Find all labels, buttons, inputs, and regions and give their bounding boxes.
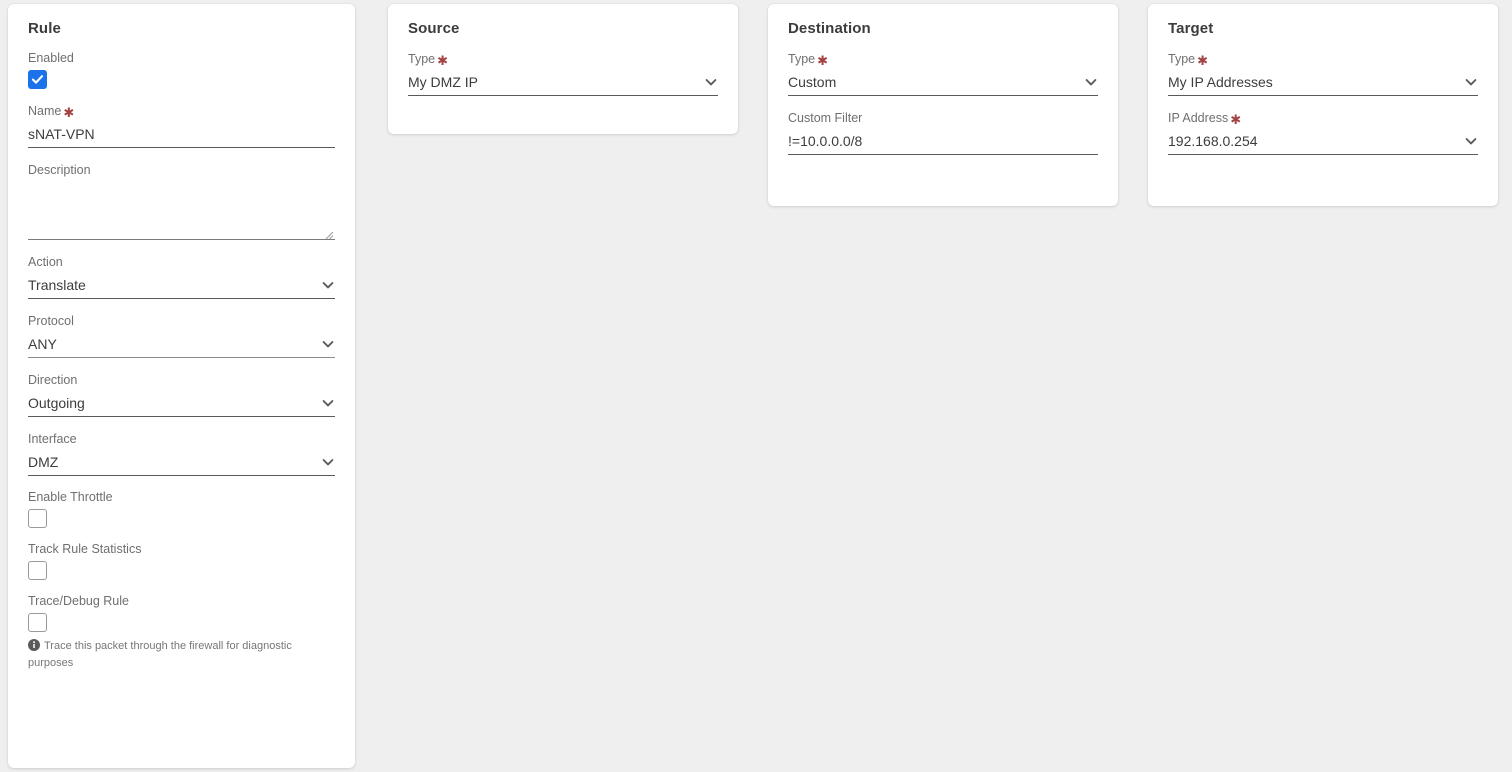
field-description: Description	[28, 163, 335, 240]
description-textarea[interactable]	[28, 182, 335, 240]
destination-card-title: Destination	[788, 20, 871, 37]
interface-label: Interface	[28, 432, 77, 446]
required-asterisk: ✱	[63, 105, 75, 120]
destination-card: Destination Type ✱ Custom Custom Filter !…	[768, 4, 1118, 206]
destination-type-select[interactable]: Custom	[788, 71, 1098, 96]
protocol-value: ANY	[28, 336, 57, 352]
target-type-value: My IP Addresses	[1168, 74, 1273, 90]
trace-debug-rule-checkbox[interactable]	[28, 613, 47, 632]
chevron-down-icon[interactable]	[321, 278, 335, 292]
destination-type-label-text: Type	[788, 52, 816, 66]
action-label: Action	[28, 255, 63, 269]
chevron-down-icon[interactable]	[704, 75, 718, 89]
field-target-ip-address: IP Address ✱ 192.168.0.254	[1168, 111, 1478, 155]
target-card-title: Target	[1168, 20, 1214, 37]
field-protocol: Protocol ANY	[28, 314, 335, 358]
chevron-down-icon[interactable]	[321, 396, 335, 410]
target-type-label: Type ✱	[1168, 52, 1478, 67]
enabled-checkbox[interactable]	[28, 70, 47, 89]
source-card-title: Source	[408, 20, 460, 37]
info-icon	[28, 639, 40, 656]
required-asterisk: ✱	[817, 53, 829, 68]
field-source-type: Type ✱ My DMZ IP	[408, 52, 718, 96]
custom-filter-input[interactable]: !=10.0.0.0/8	[788, 130, 1098, 155]
name-input[interactable]: sNAT-VPN	[28, 123, 335, 148]
chevron-down-icon[interactable]	[1084, 75, 1098, 89]
name-value: sNAT-VPN	[28, 126, 95, 142]
chevron-down-icon[interactable]	[1464, 75, 1478, 89]
source-card: Source Type ✱ My DMZ IP	[388, 4, 738, 134]
chevron-down-icon[interactable]	[321, 337, 335, 351]
trace-debug-hint: Trace this packet through the firewall f…	[28, 639, 328, 671]
track-rule-statistics-checkbox[interactable]	[28, 561, 47, 580]
target-type-label-text: Type	[1168, 52, 1196, 66]
resize-grip-icon[interactable]	[324, 227, 334, 240]
field-interface: Interface DMZ	[28, 432, 335, 476]
field-direction: Direction Outgoing	[28, 373, 335, 417]
protocol-label: Protocol	[28, 314, 74, 328]
field-enable-throttle: Enable Throttle	[28, 490, 335, 528]
interface-select[interactable]: DMZ	[28, 451, 335, 476]
source-type-value: My DMZ IP	[408, 74, 478, 90]
source-card-body: Type ✱ My DMZ IP	[388, 52, 738, 96]
enabled-label: Enabled	[28, 51, 74, 65]
chevron-down-icon[interactable]	[1464, 134, 1478, 148]
field-enabled: Enabled	[28, 51, 335, 89]
protocol-select[interactable]: ANY	[28, 333, 335, 358]
destination-type-value: Custom	[788, 74, 837, 90]
destination-card-body: Type ✱ Custom Custom Filter !=10.0.0.0/8	[768, 52, 1118, 155]
custom-filter-value: !=10.0.0.0/8	[788, 133, 863, 149]
rule-card-body: Enabled Name ✱ sNAT-VPN Description Acti…	[8, 51, 355, 671]
target-ip-address-select[interactable]: 192.168.0.254	[1168, 130, 1478, 155]
target-ip-address-label: IP Address ✱	[1168, 111, 1478, 126]
target-type-select[interactable]: My IP Addresses	[1168, 71, 1478, 96]
target-ip-address-value: 192.168.0.254	[1168, 133, 1258, 149]
enable-throttle-checkbox[interactable]	[28, 509, 47, 528]
rule-card-title: Rule	[28, 20, 61, 37]
check-icon	[31, 75, 44, 84]
description-label: Description	[28, 163, 91, 177]
target-card-body: Type ✱ My IP Addresses IP Address ✱ 192.16…	[1148, 52, 1498, 155]
interface-value: DMZ	[28, 454, 59, 470]
direction-select[interactable]: Outgoing	[28, 392, 335, 417]
rule-card: Rule Enabled Name✱ sNAT-VPN Description	[8, 4, 355, 768]
custom-filter-label: Custom Filter	[788, 111, 863, 125]
field-action: Action Translate	[28, 255, 335, 299]
field-destination-type: Type ✱ Custom	[788, 52, 1098, 96]
track-rule-statistics-label: Track Rule Statistics	[28, 542, 142, 556]
name-label-text: Name	[28, 104, 62, 118]
chevron-down-icon[interactable]	[321, 455, 335, 469]
direction-value: Outgoing	[28, 395, 85, 411]
trace-debug-hint-text: Trace this packet through the firewall f…	[28, 640, 292, 669]
field-target-type: Type ✱ My IP Addresses	[1168, 52, 1478, 96]
trace-debug-rule-label: Trace/Debug Rule	[28, 594, 129, 608]
enable-throttle-label: Enable Throttle	[28, 490, 113, 504]
field-custom-filter: Custom Filter !=10.0.0.0/8	[788, 111, 1098, 155]
field-trace-debug-rule: Trace/Debug Rule Trace this packet throu…	[28, 594, 335, 671]
target-ip-address-label-text: IP Address	[1168, 111, 1229, 125]
field-track-rule-statistics: Track Rule Statistics	[28, 542, 335, 580]
required-asterisk: ✱	[1197, 53, 1209, 68]
action-select[interactable]: Translate	[28, 274, 335, 299]
required-asterisk: ✱	[437, 53, 449, 68]
source-type-select[interactable]: My DMZ IP	[408, 71, 718, 96]
required-asterisk: ✱	[1230, 112, 1242, 127]
action-value: Translate	[28, 277, 86, 293]
source-type-label: Type ✱	[408, 52, 718, 67]
target-card: Target Type ✱ My IP Addresses IP Address ✱…	[1148, 4, 1498, 206]
destination-type-label: Type ✱	[788, 52, 1098, 67]
field-name: Name ✱ sNAT-VPN	[28, 104, 335, 148]
name-label: Name ✱	[28, 104, 335, 119]
source-type-label-text: Type	[408, 52, 436, 66]
direction-label: Direction	[28, 373, 78, 387]
form-workspace: Rule Enabled Name✱ sNAT-VPN Description	[0, 0, 1512, 772]
